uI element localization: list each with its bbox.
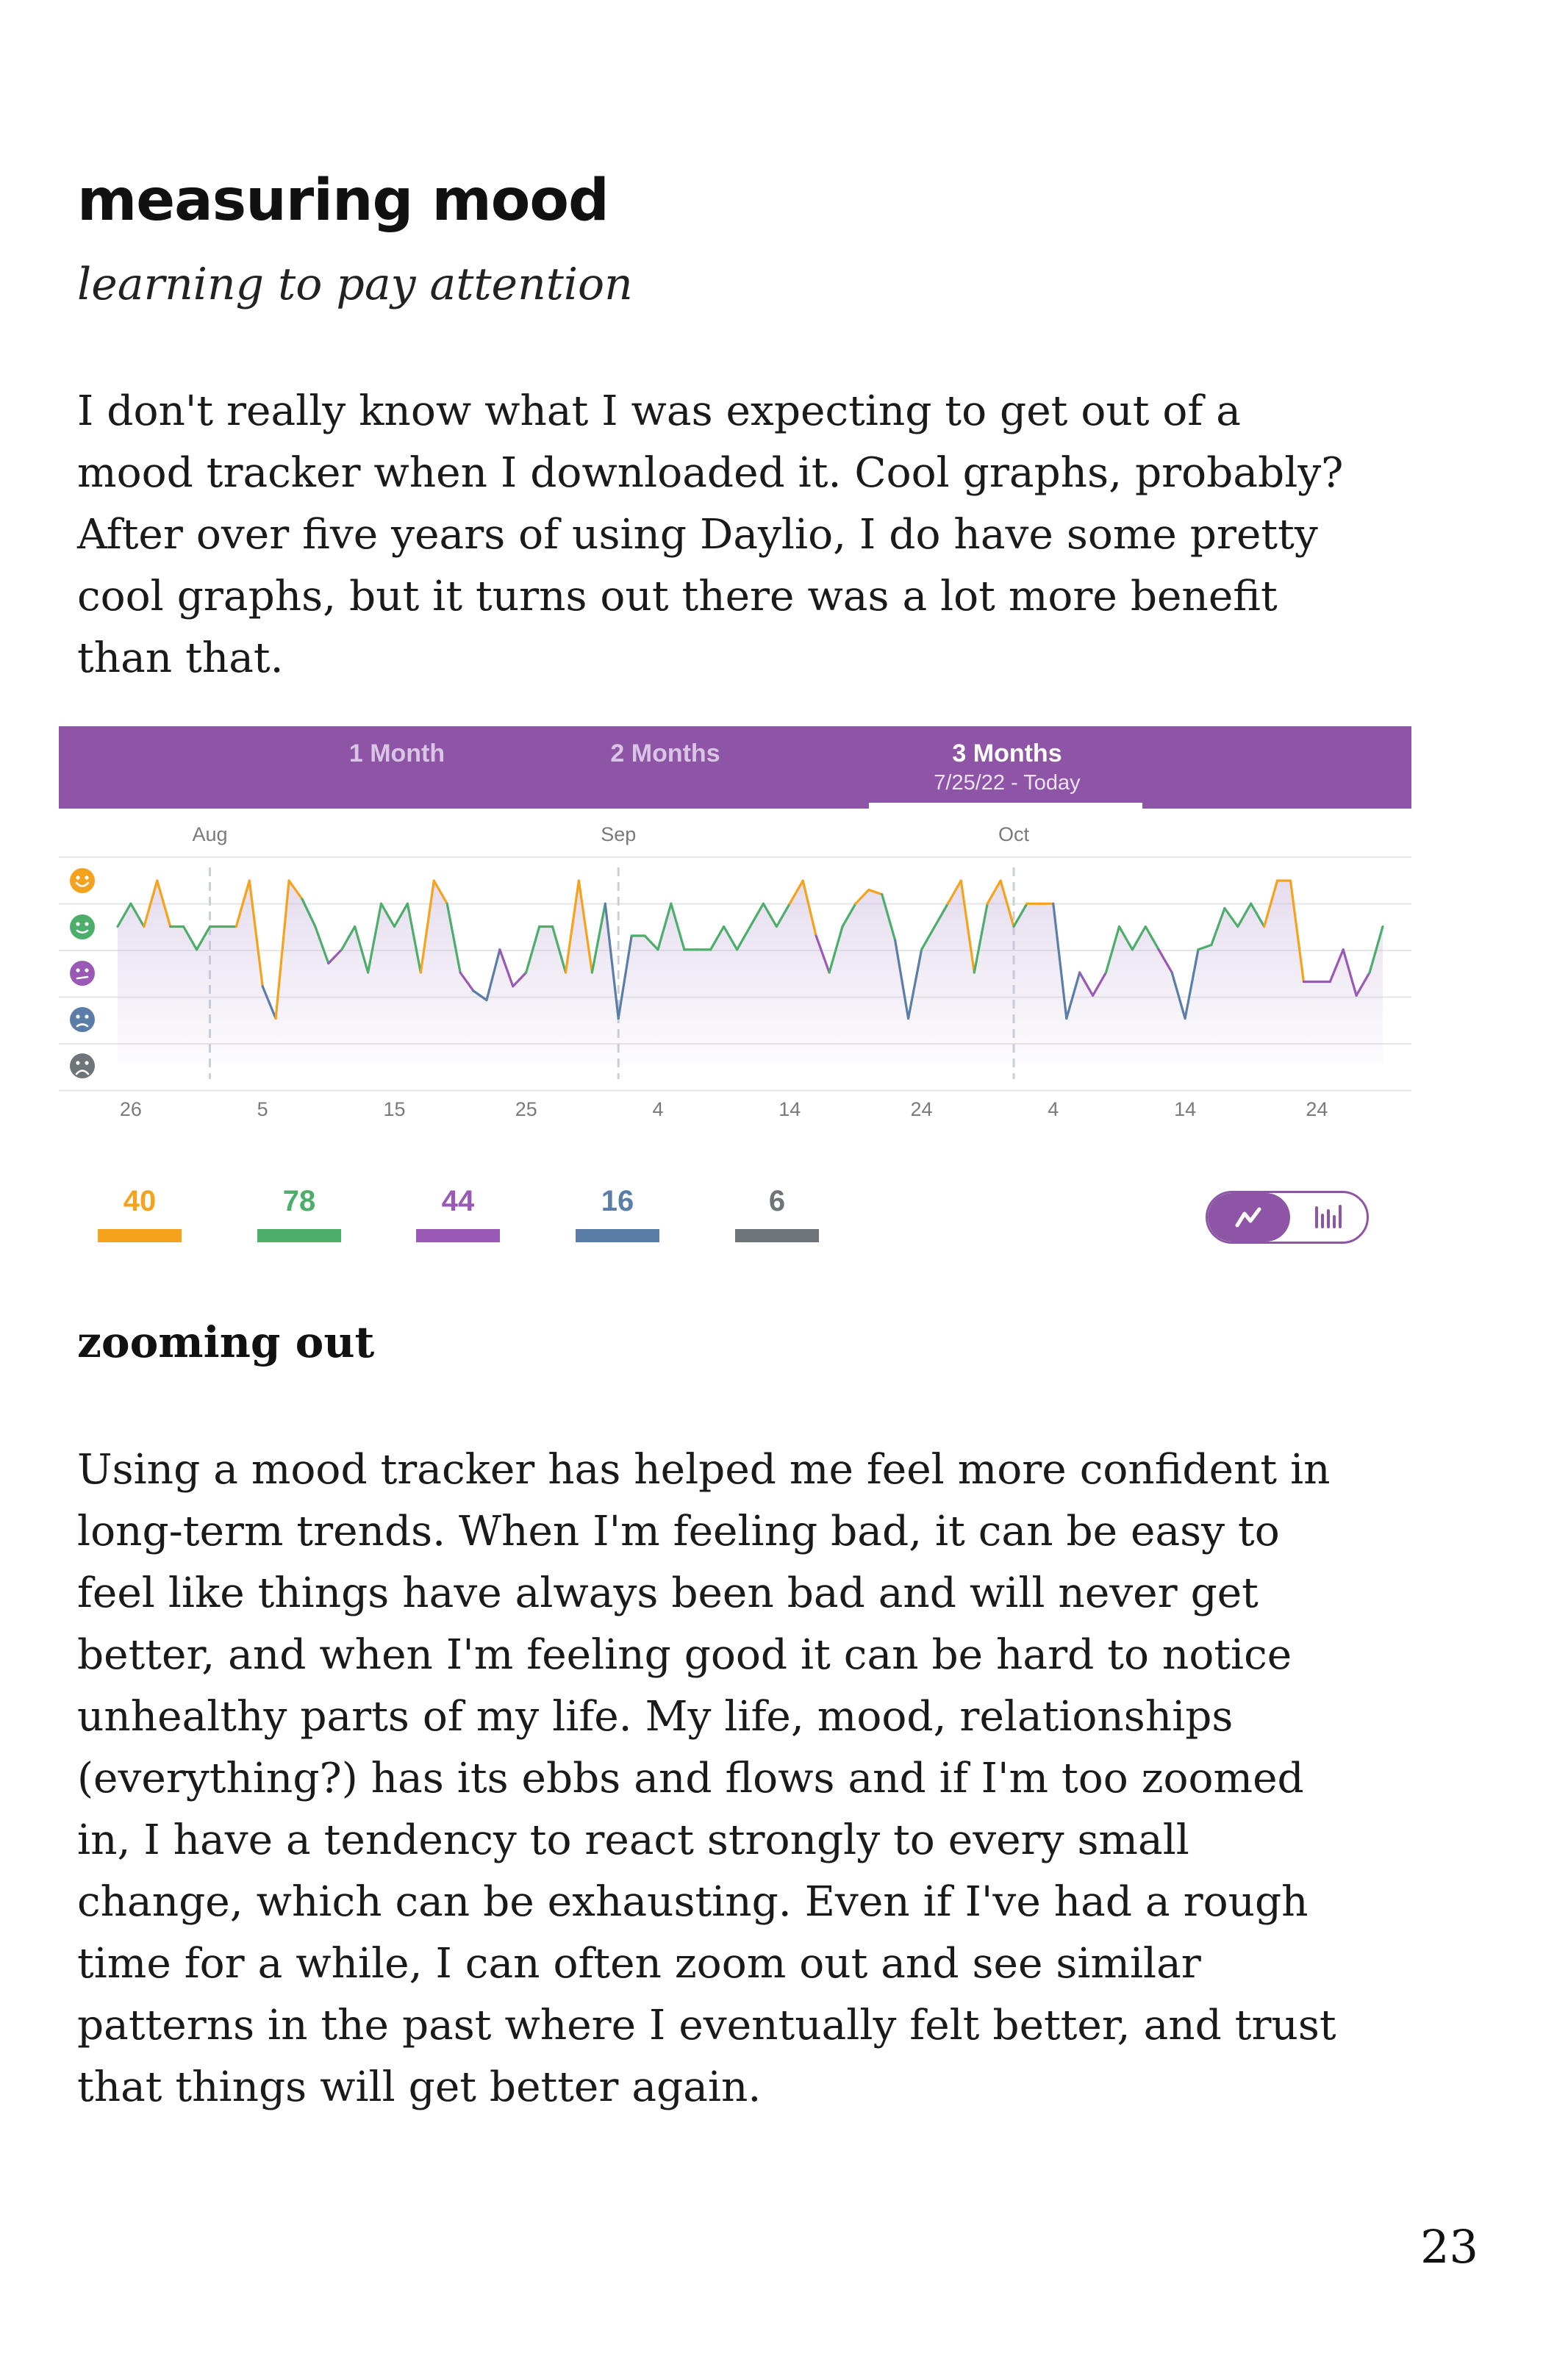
face-circle: [70, 868, 95, 893]
line-chart-option[interactable]: [1208, 1193, 1290, 1242]
mood-chart-screenshot: 1 Month 2 Months 3 Months 7/25/22 - Toda…: [59, 726, 1411, 1256]
tab-date-range: 7/25/22 - Today: [934, 771, 1081, 795]
tab-2-months[interactable]: 2 Months: [540, 739, 790, 768]
face-circle: [70, 1053, 95, 1078]
text-line: I don't really know what I was expecting…: [77, 387, 1241, 435]
meh-count-bar: [416, 1229, 500, 1242]
rad-count-bar: [98, 1229, 182, 1242]
face-circle: [70, 914, 95, 939]
range-tab-bar: 1 Month 2 Months 3 Months 7/25/22 - Toda…: [59, 726, 1411, 809]
month-label: Oct: [998, 823, 1030, 845]
text-line: unhealthy parts of my life. My life, moo…: [77, 1693, 1234, 1741]
page-number: 23: [1420, 2220, 1478, 2274]
awful-count-bar: [735, 1229, 819, 1242]
text-line: change, which can be exhausting. Even if…: [77, 1878, 1309, 1926]
x-tick-label: 24: [1306, 1098, 1328, 1120]
x-tick-label: 25: [515, 1098, 537, 1120]
month-labels: Aug Sep Oct: [192, 823, 1029, 845]
line-chart-icon: [1235, 1207, 1261, 1228]
tab-label: 1 Month: [348, 739, 445, 767]
text-line: in, I have a tendency to react strongly …: [77, 1816, 1189, 1864]
meh-count: 44: [441, 1185, 475, 1217]
x-tick-label: 4: [652, 1098, 663, 1120]
good-face-icon: [70, 914, 95, 939]
face-eye: [76, 1014, 80, 1019]
face-eye: [85, 968, 89, 973]
text-line: better, and when I'm feeling good it can…: [77, 1631, 1292, 1679]
month-label: Aug: [192, 823, 227, 845]
face-circle: [70, 1007, 95, 1032]
bad-count: 16: [601, 1185, 634, 1217]
tab-label: 3 Months: [952, 739, 1062, 767]
face-eye: [85, 875, 89, 880]
text-line: feel like things have always been bad an…: [77, 1569, 1259, 1617]
awful-face-icon: [70, 1053, 95, 1078]
tab-3-months[interactable]: 3 Months 7/25/22 - Today: [882, 739, 1132, 795]
page-title: measuring mood: [77, 168, 609, 234]
tab-1-month[interactable]: 1 Month: [272, 739, 522, 768]
face-eye: [85, 1061, 89, 1065]
active-tab-indicator: [869, 803, 1142, 809]
chart-type-toggle[interactable]: [1206, 1191, 1369, 1244]
text-line: long-term trends. When I'm feeling bad, …: [77, 1508, 1280, 1555]
intro-paragraph: I don't really know what I was expecting…: [77, 381, 1437, 690]
section-heading: zooming out: [77, 1317, 375, 1367]
x-tick-label: 14: [778, 1098, 801, 1120]
text-line: patterns in the past where I eventually …: [77, 2002, 1336, 2049]
text-line: mood tracker when I downloaded it. Cool …: [77, 449, 1344, 497]
mood-axis-icons: [70, 868, 95, 1078]
text-line: Using a mood tracker has helped me feel …: [77, 1446, 1331, 1494]
tab-label: 2 Months: [610, 739, 720, 767]
body-paragraph: Using a mood tracker has helped me feel …: [77, 1439, 1437, 2119]
face-eye: [76, 875, 80, 880]
text-line: that things will get better again.: [77, 2063, 762, 2111]
x-axis-labels: 26 5 15 25 4 14 24 4 14 24: [120, 1098, 1328, 1120]
x-tick-label: 5: [257, 1098, 268, 1120]
face-eye: [76, 922, 80, 926]
bar-chart-icon[interactable]: [1290, 1193, 1367, 1242]
text-line: cool graphs, but it turns out there was …: [77, 573, 1278, 620]
x-tick-label: 24: [911, 1098, 933, 1120]
rad-count: 40: [123, 1185, 157, 1217]
good-count-bar: [257, 1229, 341, 1242]
face-eye: [85, 922, 89, 926]
good-count: 78: [282, 1185, 316, 1217]
face-eye: [76, 1061, 80, 1065]
rad-face-icon: [70, 868, 95, 893]
face-circle: [70, 961, 95, 986]
text-line: time for a while, I can often zoom out a…: [77, 1940, 1201, 1988]
x-tick-label: 15: [383, 1098, 405, 1120]
x-tick-label: 14: [1174, 1098, 1196, 1120]
bad-count-bar: [576, 1229, 659, 1242]
text-line: (everything?) has its ebbs and flows and…: [77, 1755, 1304, 1802]
month-label: Sep: [601, 823, 636, 845]
page-subtitle: learning to pay attention: [77, 259, 633, 310]
awful-count: 6: [768, 1185, 786, 1217]
x-tick-label: 26: [120, 1098, 142, 1120]
face-eye: [76, 968, 80, 973]
text-line: After over five years of using Daylio, I…: [77, 511, 1318, 559]
meh-face-icon: [70, 961, 95, 986]
text-line: than that.: [77, 634, 284, 682]
x-tick-label: 4: [1048, 1098, 1059, 1120]
bad-face-icon: [70, 1007, 95, 1032]
page: measuring mood learning to pay attention…: [0, 0, 1568, 2353]
face-eye: [85, 1014, 89, 1019]
